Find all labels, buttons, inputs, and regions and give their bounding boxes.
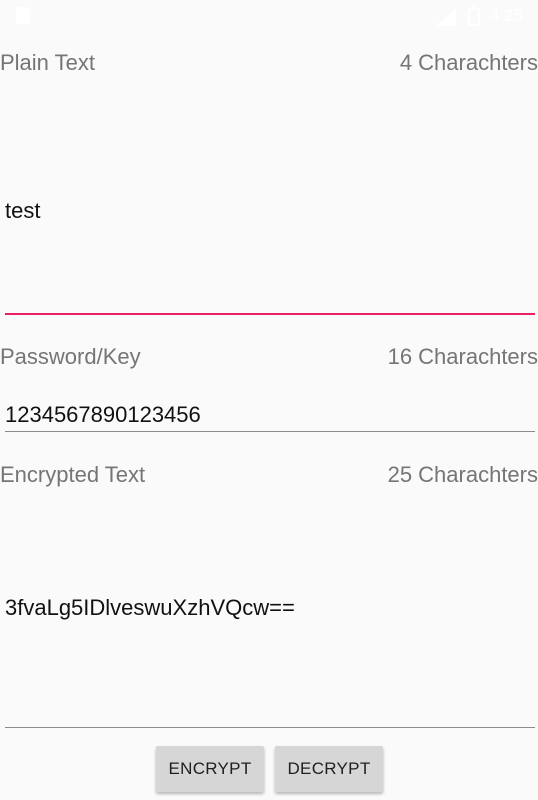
password-underline bbox=[5, 431, 535, 432]
encrypted-value: 3fvaLg5IDlveswuXzhVQcw== bbox=[5, 595, 295, 620]
encrypted-label: Encrypted Text bbox=[0, 462, 146, 487]
decrypt-button[interactable]: DECRYPT bbox=[275, 746, 383, 792]
password-input[interactable]: 1234567890123456 bbox=[5, 390, 535, 436]
encrypt-button[interactable]: ENCRYPT bbox=[156, 746, 264, 792]
encrypted-text-input[interactable]: 3fvaLg5IDlveswuXzhVQcw== bbox=[5, 500, 535, 732]
plain-text-input[interactable]: test bbox=[5, 88, 535, 320]
plain-text-count: 4 Charachters bbox=[399, 50, 538, 75]
battery-icon bbox=[468, 5, 480, 26]
plain-text-underline bbox=[5, 313, 535, 315]
plain-text-label: Plain Text bbox=[0, 50, 95, 75]
encrypted-underline bbox=[5, 727, 535, 728]
status-bar: 4:25 bbox=[0, 0, 538, 32]
password-label: Password/Key bbox=[0, 344, 141, 369]
status-time: 4:25 bbox=[490, 6, 524, 25]
encrypted-count: 25 Charachters bbox=[387, 462, 538, 487]
plain-text-value: test bbox=[5, 198, 41, 223]
sim-card-icon bbox=[16, 7, 30, 24]
password-count: 16 Charachters bbox=[387, 344, 538, 369]
signal-icon bbox=[436, 8, 456, 26]
password-value: 1234567890123456 bbox=[5, 402, 201, 427]
